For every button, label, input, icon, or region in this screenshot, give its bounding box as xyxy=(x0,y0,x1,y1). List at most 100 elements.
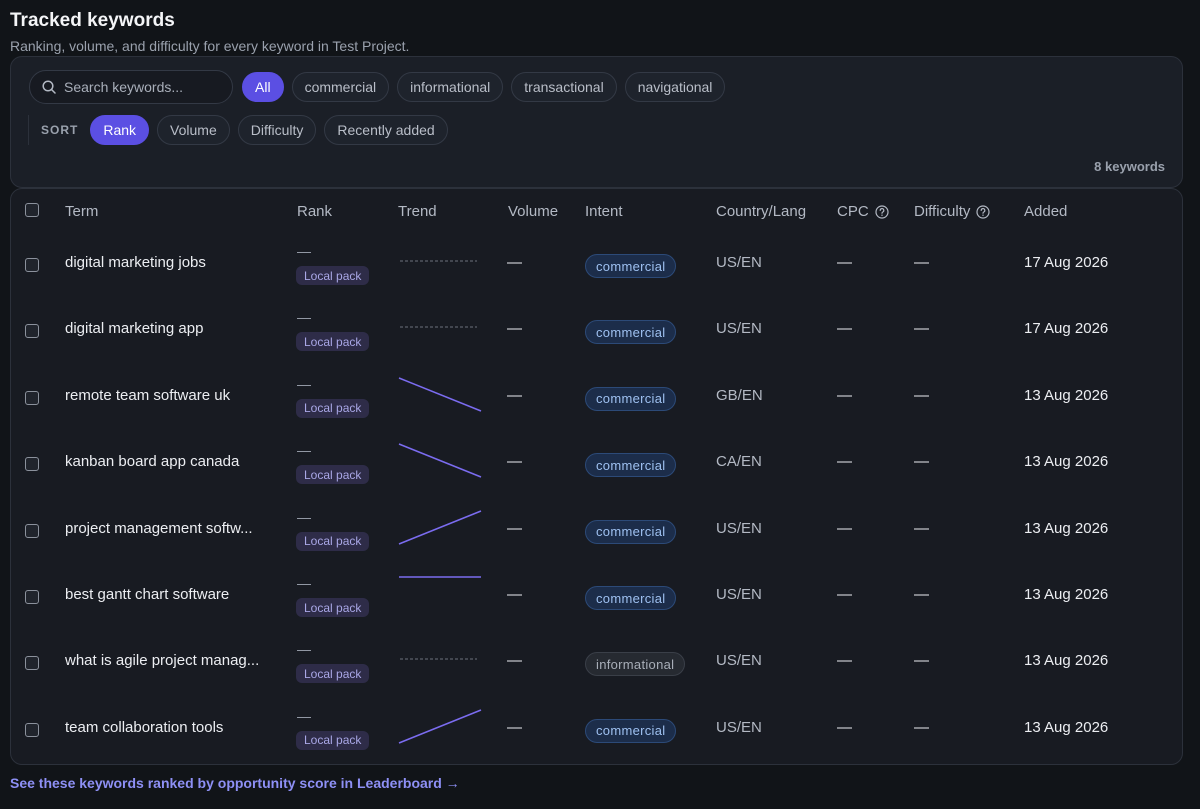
sort-chip-difficulty[interactable]: Difficulty xyxy=(237,115,317,145)
table-row[interactable]: digital marketing app — Local pack — commerc… xyxy=(11,299,1182,365)
trend-sparkline xyxy=(397,706,483,753)
table-row[interactable]: team collaboration tools — Local pack — comm… xyxy=(11,698,1182,764)
cpc-value: — xyxy=(837,254,852,271)
sort-chip-recently-added[interactable]: Recently added xyxy=(324,115,448,145)
added-date: 13 Aug 2026 xyxy=(1024,718,1109,736)
intent-badge: commercial xyxy=(585,320,677,345)
table-row[interactable]: digital marketing jobs — Local pack — commer… xyxy=(11,233,1182,299)
intent-badge: commercial xyxy=(585,519,677,544)
column-difficulty-label: Difficulty xyxy=(914,203,971,220)
volume-value: — xyxy=(507,718,522,736)
table-row[interactable]: what is agile project manag... — Local pac… xyxy=(11,631,1182,697)
intent-chip-commercial[interactable]: commercial xyxy=(291,72,390,102)
intent-chip-informational[interactable]: informational xyxy=(397,72,504,102)
column-rank-label: Rank xyxy=(297,203,333,220)
table-row[interactable]: kanban board app canada — Local pack — comme… xyxy=(11,432,1182,498)
column-trend-label: Trend xyxy=(398,203,437,220)
keywords-table: Term Rank Trend Volume Intent Country/La… xyxy=(10,188,1183,765)
country-lang: GB/EN xyxy=(716,386,763,404)
row-checkbox[interactable] xyxy=(25,722,39,737)
column-difficulty[interactable]: Difficulty xyxy=(914,203,991,220)
difficulty-value: — xyxy=(914,320,929,338)
column-cpc-label: CPC xyxy=(837,203,869,220)
difficulty-value: — xyxy=(914,386,929,404)
added-date: 13 Aug 2026 xyxy=(1024,519,1109,537)
difficulty-value: — xyxy=(914,652,929,670)
row-checkbox[interactable] xyxy=(25,258,39,272)
trend-sparkline xyxy=(397,374,483,421)
local-pack-badge: Local pack xyxy=(296,465,370,485)
sort-chip-volume[interactable]: Volume xyxy=(157,115,230,145)
country-lang: US/EN xyxy=(716,254,762,271)
column-volume-label: Volume xyxy=(508,203,559,220)
intent-chip-navigational[interactable]: navigational xyxy=(624,72,726,102)
local-pack-badge: Local pack xyxy=(296,398,370,418)
sort-label: SORT xyxy=(28,115,78,145)
intent-badge: commercial xyxy=(585,718,677,743)
volume-value: — xyxy=(507,652,522,670)
intent-badge: commercial xyxy=(585,586,677,610)
cpc-value: — xyxy=(837,453,852,471)
rank-value: — xyxy=(297,442,311,459)
volume-value: — xyxy=(507,586,522,603)
volume-value: — xyxy=(507,386,522,404)
keyword-term[interactable]: remote team software uk xyxy=(65,387,230,404)
intent-chip-transactional[interactable]: transactional xyxy=(511,72,617,102)
table-row[interactable]: best gantt chart software — Local pack — com… xyxy=(11,565,1182,631)
difficulty-value: — xyxy=(914,453,929,471)
intent-filter-chips: All commercial informational transactional n… xyxy=(242,72,726,102)
page-subtitle: Ranking, volume, and difficulty for ever… xyxy=(10,38,410,54)
column-term-label: Term xyxy=(65,203,99,220)
volume-value: — xyxy=(507,519,522,537)
search-input[interactable] xyxy=(64,79,214,95)
search-box[interactable] xyxy=(29,70,233,104)
local-pack-badge: Local pack xyxy=(296,730,370,750)
column-intent-label: Intent xyxy=(585,203,623,220)
row-checkbox[interactable] xyxy=(25,590,39,604)
keyword-term[interactable]: best gantt chart software xyxy=(65,586,229,603)
difficulty-value: — xyxy=(914,718,929,736)
leaderboard-link[interactable]: See these keywords ranked by opportunity… xyxy=(10,775,460,791)
column-intent: Intent xyxy=(585,203,623,220)
select-all-checkbox[interactable] xyxy=(25,203,39,217)
country-lang: US/EN xyxy=(716,519,762,537)
added-date: 17 Aug 2026 xyxy=(1024,254,1109,271)
keyword-term[interactable]: what is agile project manag... xyxy=(65,652,259,669)
cpc-help-icon[interactable] xyxy=(875,204,889,219)
cpc-value: — xyxy=(837,586,852,603)
rank-value: — xyxy=(297,309,311,326)
column-cpc[interactable]: CPC xyxy=(837,203,889,220)
cpc-value: — xyxy=(837,519,852,537)
keyword-term[interactable]: digital marketing jobs xyxy=(65,254,206,271)
sort-chip-rank[interactable]: Rank xyxy=(90,115,150,145)
column-added[interactable]: Added xyxy=(1024,203,1067,220)
column-term[interactable]: Term xyxy=(65,203,98,220)
rank-value: — xyxy=(297,641,311,658)
country-lang: US/EN xyxy=(716,652,762,670)
table-row[interactable]: project management softw... — Local pack — c… xyxy=(11,499,1182,565)
rank-value: — xyxy=(297,243,311,259)
keyword-term[interactable]: project management softw... xyxy=(65,520,253,537)
keyword-term[interactable]: kanban board app canada xyxy=(65,453,239,470)
column-rank[interactable]: Rank xyxy=(297,203,332,220)
keyword-term[interactable]: team collaboration tools xyxy=(65,719,223,736)
row-checkbox[interactable] xyxy=(25,390,39,405)
cpc-value: — xyxy=(837,652,852,670)
row-checkbox[interactable] xyxy=(25,656,39,671)
intent-chip-all[interactable]: All xyxy=(242,72,284,102)
table-row[interactable]: remote team software uk — Local pack — comme… xyxy=(11,366,1182,432)
trend-sparkline xyxy=(397,307,483,354)
local-pack-badge: Local pack xyxy=(296,598,370,617)
row-checkbox[interactable] xyxy=(25,324,39,339)
trend-sparkline xyxy=(397,573,483,620)
table-header: Term Rank Trend Volume Intent Country/La… xyxy=(11,189,1182,233)
country-lang: US/EN xyxy=(716,320,762,338)
difficulty-help-icon[interactable] xyxy=(976,204,991,219)
cpc-value: — xyxy=(837,718,852,736)
column-volume[interactable]: Volume xyxy=(508,203,558,220)
row-checkbox[interactable] xyxy=(25,457,39,472)
row-checkbox[interactable] xyxy=(25,523,39,538)
column-added-label: Added xyxy=(1024,203,1068,220)
trend-sparkline xyxy=(397,440,483,487)
keyword-term[interactable]: digital marketing app xyxy=(65,320,203,337)
